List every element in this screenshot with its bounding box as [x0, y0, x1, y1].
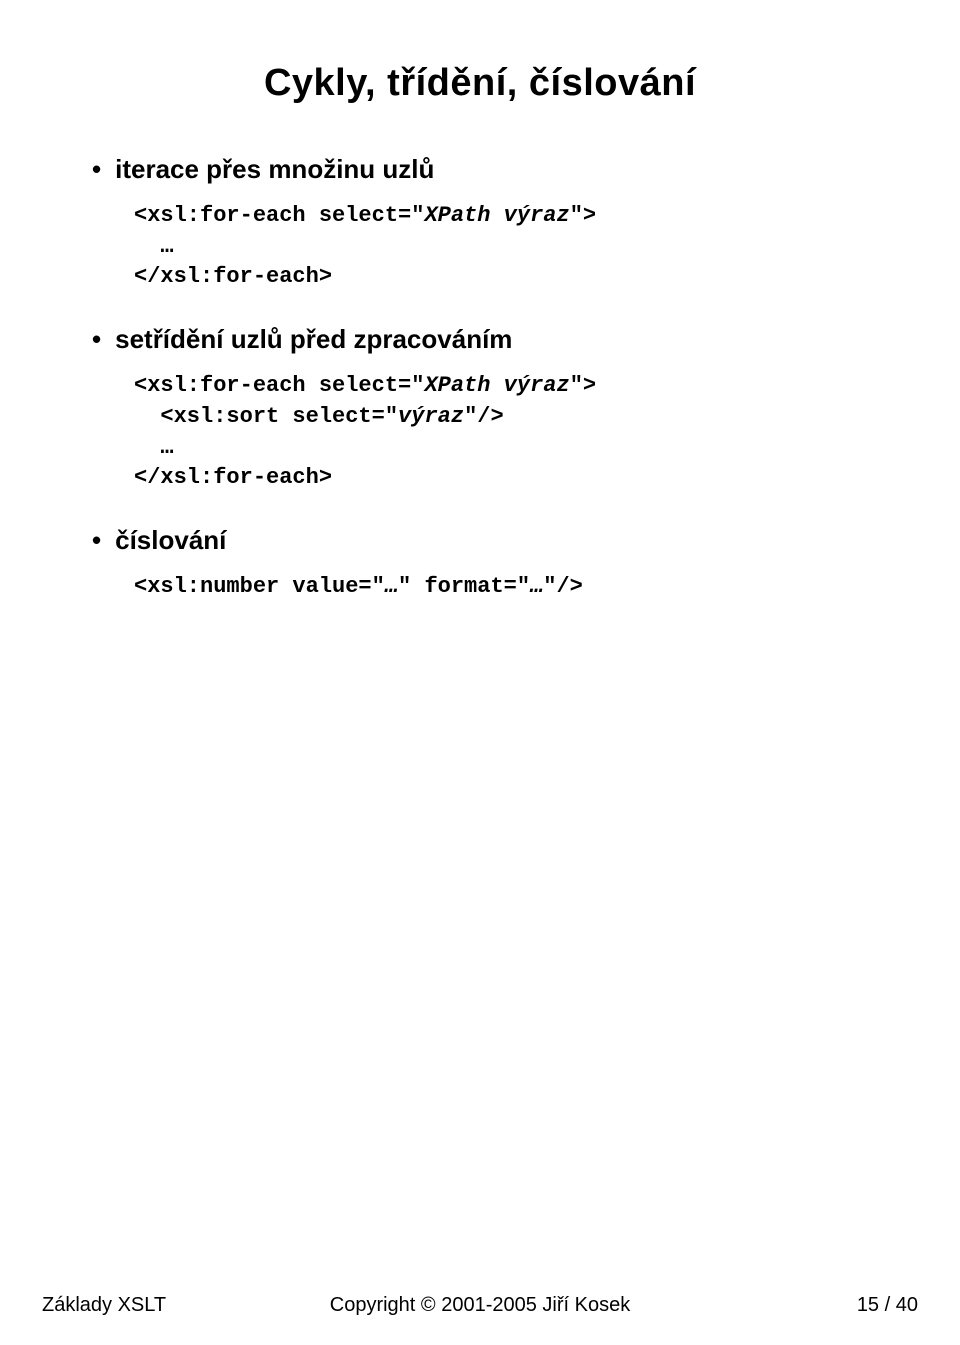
footer-left: Základy XSLT [42, 1294, 292, 1317]
footer-center: Copyright © 2001-2005 Jiří Kosek [292, 1294, 667, 1317]
code-block: <xsl:for-each select="XPath výraz"> <xsl… [92, 371, 868, 494]
bullet-text: setřídění uzlů před zpracováním [115, 323, 512, 357]
code-text: "> [570, 373, 596, 398]
code-text: <xsl:sort select=" [134, 404, 398, 429]
code-italic: … [530, 574, 543, 599]
code-italic: výraz [398, 404, 464, 429]
code-italic: … [385, 574, 398, 599]
code-text: </xsl:for-each> [134, 465, 332, 490]
code-block: <xsl:number value="…" format="…"/> [92, 572, 868, 603]
code-italic: XPath výraz [424, 203, 569, 228]
bullet-text: iterace přes množinu uzlů [115, 153, 434, 187]
bullet-row: • číslování [92, 524, 868, 558]
code-text: <xsl:for-each select=" [134, 203, 424, 228]
section-sorting: • setřídění uzlů před zpracováním <xsl:f… [92, 323, 868, 494]
code-text: "> [570, 203, 596, 228]
page-title: Cykly, třídění, číslování [92, 62, 868, 105]
code-italic: XPath výraz [424, 373, 569, 398]
bullet-row: • iterace přes množinu uzlů [92, 153, 868, 187]
code-text: " format=" [398, 574, 530, 599]
bullet-row: • setřídění uzlů před zpracováním [92, 323, 868, 357]
section-iteration: • iterace přes množinu uzlů <xsl:for-eac… [92, 153, 868, 293]
section-numbering: • číslování <xsl:number value="…" format… [92, 524, 868, 603]
bullet-icon: • [92, 156, 101, 182]
code-text: </xsl:for-each> [134, 264, 332, 289]
page: Cykly, třídění, číslování • iterace přes… [0, 0, 960, 1345]
code-text: "/> [543, 574, 583, 599]
footer: Základy XSLT Copyright © 2001-2005 Jiří … [0, 1294, 960, 1317]
bullet-icon: • [92, 527, 101, 553]
bullet-icon: • [92, 326, 101, 352]
code-text: … [134, 234, 174, 259]
code-text: … [134, 435, 174, 460]
code-block: <xsl:for-each select="XPath výraz"> … </… [92, 201, 868, 293]
code-text: <xsl:number value=" [134, 574, 385, 599]
footer-right: 15 / 40 [668, 1294, 918, 1317]
bullet-text: číslování [115, 524, 226, 558]
code-text: "/> [464, 404, 504, 429]
code-text: <xsl:for-each select=" [134, 373, 424, 398]
